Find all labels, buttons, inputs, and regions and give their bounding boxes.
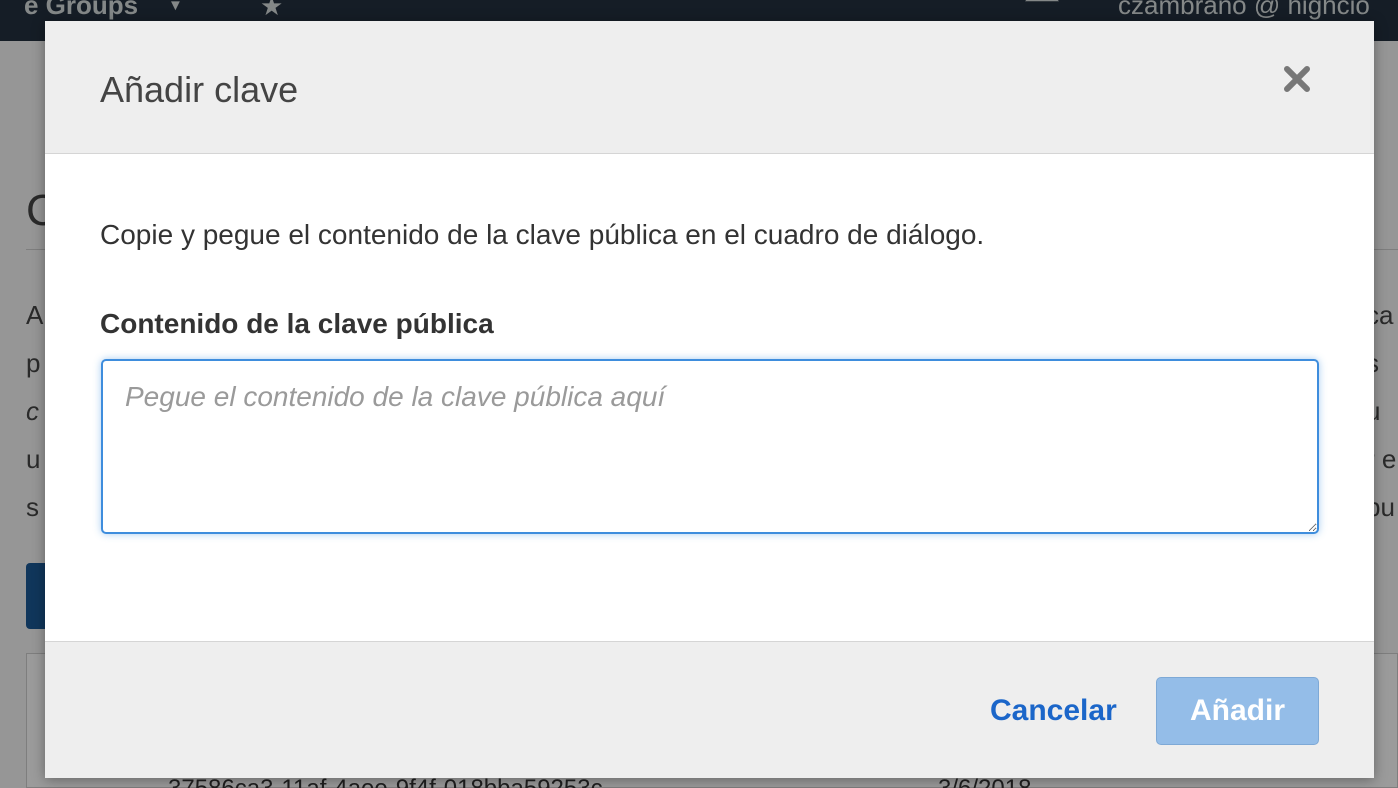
cancel-button[interactable]: Cancelar xyxy=(990,694,1117,728)
dialog-title: Añadir clave xyxy=(100,69,299,110)
public-key-input[interactable] xyxy=(101,359,1319,534)
dialog-header: Añadir clave xyxy=(45,21,1374,154)
public-key-label: Contenido de la clave pública xyxy=(100,308,494,339)
close-icon[interactable] xyxy=(1279,61,1315,97)
instructions-text: Copie y pegue el contenido de la clave p… xyxy=(100,219,985,250)
add-key-dialog: Añadir clave Copie y pegue el contenido … xyxy=(45,21,1374,778)
add-button[interactable]: Añadir xyxy=(1156,677,1319,745)
dialog-footer: Cancelar Añadir xyxy=(45,641,1374,778)
dialog-body: Copie y pegue el contenido de la clave p… xyxy=(45,154,1374,641)
